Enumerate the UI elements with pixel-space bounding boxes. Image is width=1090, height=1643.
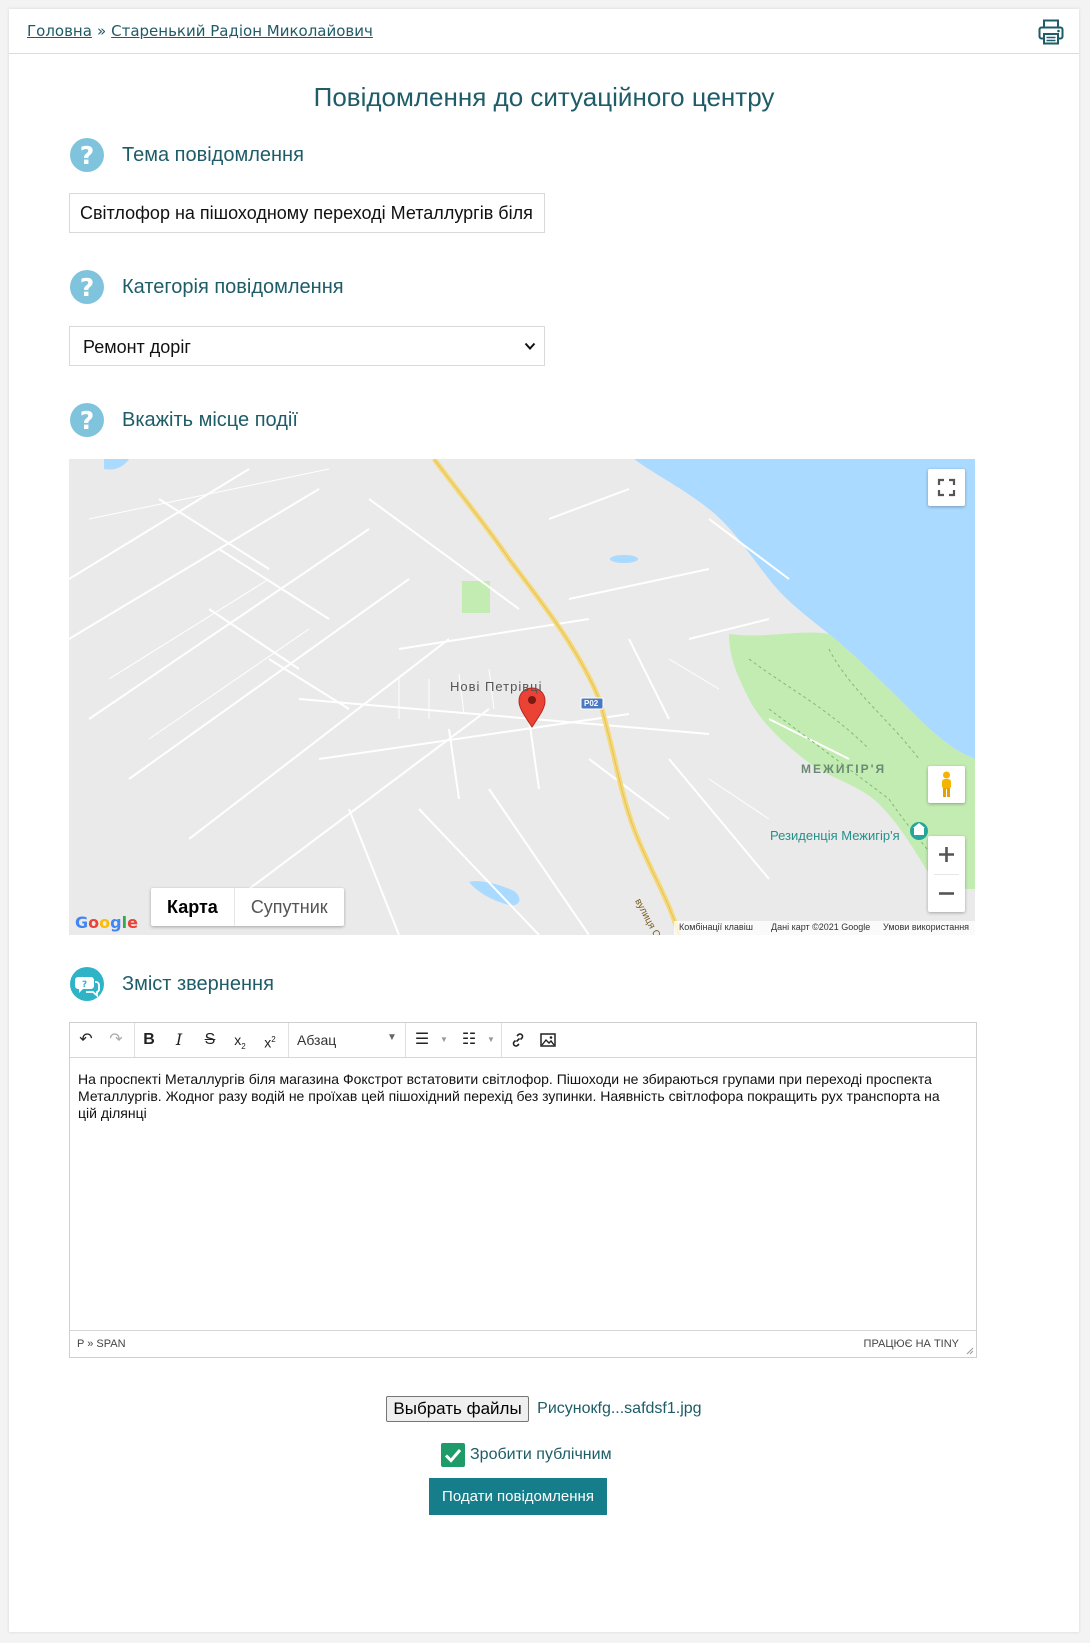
svg-text:?: ? (80, 406, 95, 435)
element-path[interactable]: P » SPAN (77, 1338, 126, 1350)
google-logo: Google (75, 913, 138, 932)
toolbar-divider (288, 1023, 289, 1057)
category-select[interactable]: Ремонт доріг (69, 326, 545, 366)
chevron-down-icon (524, 342, 536, 350)
toolbar-divider (405, 1023, 406, 1057)
toolbar-divider (501, 1023, 502, 1057)
subscript-icon[interactable]: x2 (229, 1030, 251, 1051)
map-place-label: Нові Петрівці (450, 679, 543, 694)
help-icon[interactable]: ? (69, 402, 105, 438)
strikethrough-icon[interactable]: S (199, 1030, 221, 1050)
bold-icon[interactable]: B (138, 1030, 160, 1050)
help-icon[interactable]: ? (69, 137, 105, 173)
rich-text-editor: ↶ ↷ B I S x2 x2 Абзац ▼ ☰ ▼ ☷ ▼ На просп… (69, 1022, 977, 1358)
selected-file-name: Рисунокfg...safdsf1.jpg (537, 1400, 702, 1417)
page-title: Повідомлення до ситуаційного центру (313, 82, 775, 112)
fullscreen-icon (937, 478, 956, 497)
zoom-out-button[interactable] (928, 875, 965, 912)
numbered-list-icon[interactable]: ☷ (458, 1030, 480, 1050)
zoom-controls (928, 836, 965, 912)
content-label: Зміст звернення (122, 973, 274, 995)
map-data-credit[interactable]: Дані карт ©2021 Google (771, 922, 870, 932)
minus-icon (939, 892, 954, 895)
pegman-icon (942, 771, 951, 797)
editor-toolbar: ↶ ↷ B I S x2 x2 Абзац ▼ ☰ ▼ ☷ ▼ (70, 1023, 976, 1058)
zoom-in-button[interactable] (928, 836, 965, 873)
resize-handle-icon[interactable] (964, 1345, 974, 1355)
subject-label: Тема повідомлення (122, 144, 304, 166)
location-map[interactable]: Google Нові Петрівці МЕЖИГІР'Я Резиденці… (69, 459, 975, 935)
powered-by-tiny-link[interactable]: ПРАЦЮЄ НА TINY (864, 1338, 959, 1350)
chat-bubbles-icon: ? (70, 967, 104, 1001)
help-icon[interactable]: ? (69, 269, 105, 305)
map-poi-label: Резиденція Межигір'я (770, 828, 900, 843)
terms-link[interactable]: Умови використання (883, 922, 969, 932)
poi-museum-icon (910, 822, 928, 840)
image-icon[interactable] (537, 1030, 559, 1050)
editor-content-area[interactable]: На проспекті Металлургів біля магазина Ф… (78, 1071, 958, 1122)
redo-icon[interactable]: ↷ (105, 1030, 127, 1050)
street-view-button[interactable] (928, 766, 965, 803)
page-card: Головна» Старенький Радіон Миколайович По… (9, 9, 1079, 1632)
chevron-down-icon: ▼ (440, 1035, 448, 1044)
breadcrumb-separator: » (96, 22, 107, 40)
keyboard-shortcuts-link[interactable]: Комбінації клавіш (679, 922, 753, 932)
map-type-map-button[interactable]: Карта (151, 888, 235, 926)
paragraph-format-select[interactable]: Абзац (297, 1032, 336, 1048)
undo-icon[interactable]: ↶ (75, 1030, 97, 1050)
breadcrumb: Головна» Старенький Радіон Миколайович (27, 22, 373, 40)
map-type-control: Карта Супутник (151, 888, 344, 926)
make-public-checkbox[interactable] (441, 1443, 465, 1467)
top-bar: Головна» Старенький Радіон Миколайович (9, 9, 1079, 54)
subject-input[interactable] (69, 193, 545, 233)
road-badge-label: Р02 (584, 699, 599, 708)
file-upload-row: Выбрать файлы Рисунокfg...safdsf1.jpg (9, 1396, 1079, 1422)
breadcrumb-home-link[interactable]: Головна (27, 22, 92, 40)
link-icon[interactable] (507, 1030, 529, 1050)
chevron-down-icon: ▼ (387, 1032, 397, 1043)
category-selected-value: Ремонт доріг (83, 337, 191, 357)
italic-icon[interactable]: I (168, 1030, 190, 1050)
breadcrumb-user-link[interactable]: Старенький Радіон Миколайович (111, 22, 373, 40)
location-label: Вкажіть місце події (122, 409, 298, 431)
svg-text:?: ? (80, 273, 95, 302)
category-label: Категорія повідомлення (122, 276, 344, 298)
map-type-satellite-button[interactable]: Супутник (235, 888, 344, 926)
map-canvas: Google (69, 459, 975, 935)
bullet-list-icon[interactable]: ☰ (411, 1030, 433, 1050)
chevron-down-icon: ▼ (487, 1035, 495, 1044)
map-area-label: МЕЖИГІР'Я (801, 762, 887, 776)
svg-text:?: ? (80, 141, 95, 170)
fullscreen-button[interactable] (928, 469, 965, 506)
plus-icon (939, 847, 954, 862)
print-icon[interactable] (1037, 18, 1065, 46)
superscript-icon[interactable]: x2 (259, 1030, 281, 1051)
choose-files-button[interactable]: Выбрать файлы (386, 1396, 529, 1422)
make-public-label: Зробити публічним (470, 1446, 612, 1463)
svg-text:?: ? (82, 980, 87, 990)
toolbar-divider (134, 1023, 135, 1057)
checkmark-icon (444, 1449, 462, 1463)
editor-statusbar: P » SPAN ПРАЦЮЄ НА TINY (70, 1330, 976, 1357)
submit-button[interactable]: Подати повідомлення (429, 1478, 607, 1515)
